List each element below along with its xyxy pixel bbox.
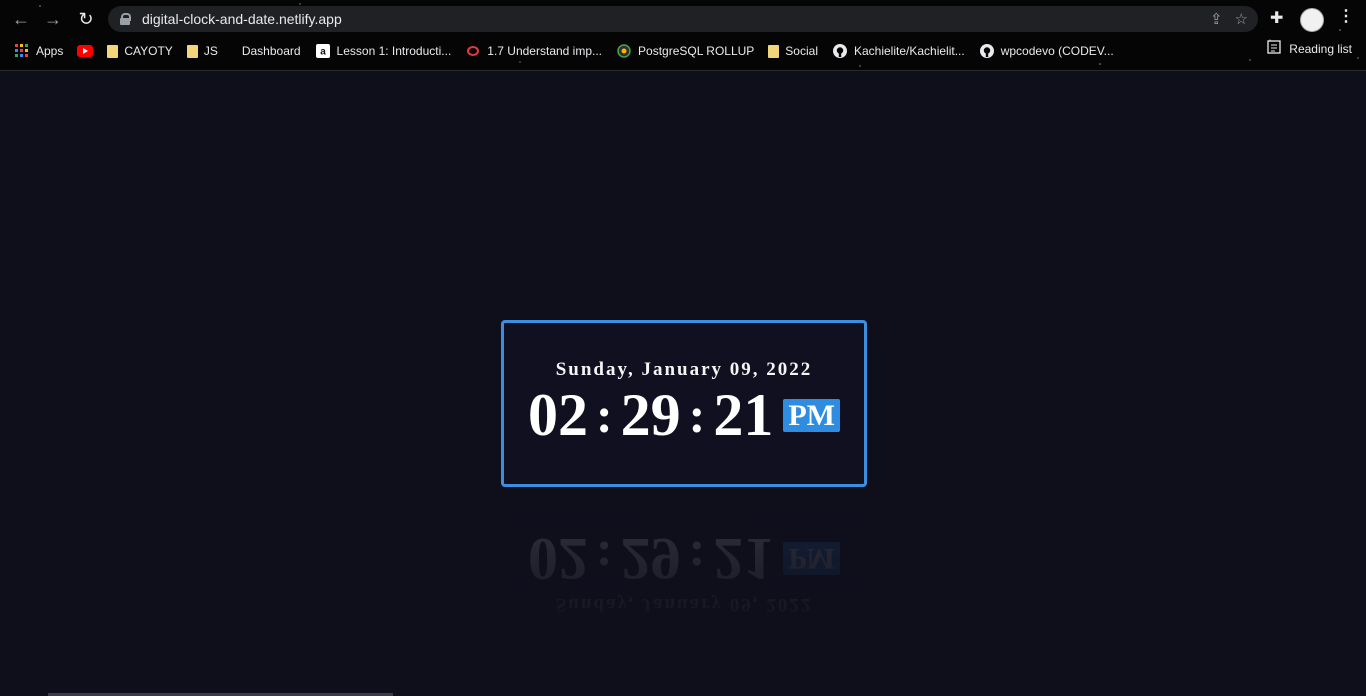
colon-separator: : [688, 387, 706, 443]
colon-separator: : [596, 387, 613, 443]
clock-reflection: Sunday, January 09, 2022 02 : 29 : 21 PM [501, 487, 867, 654]
github-icon [979, 43, 995, 59]
bookmark-social[interactable]: Social [768, 40, 818, 62]
bookmark-kachielite[interactable]: Kachielite/Kachielit... [832, 40, 965, 62]
oracle-icon [465, 43, 481, 59]
clock-card: Sunday, January 09, 2022 02 : 29 : 21 PM [501, 320, 867, 487]
bookmark-label: Social [785, 44, 818, 58]
youtube-icon [77, 43, 94, 59]
reflection-am-pm: PM [783, 542, 840, 576]
bookmark-apps[interactable]: Apps [14, 40, 63, 62]
reflection-colon: : [596, 531, 613, 587]
date-display: Sunday, January 09, 2022 [555, 359, 813, 380]
more-menu-icon[interactable]: ⋮ [1338, 6, 1354, 26]
reflection-date: Sunday, January 09, 2022 [555, 594, 813, 615]
github-icon [832, 43, 848, 59]
browser-chrome: ← → ↻ digital-clock-and-date.netlify.app… [0, 0, 1366, 71]
bookmarks-bar: Apps CAYOTY JS Dashboard a Lesson 1: Int… [0, 38, 1366, 64]
bookmark-js[interactable]: JS [186, 40, 218, 62]
lock-icon [120, 13, 131, 25]
bookmark-wpcodevo[interactable]: wpcodevo (CODEV... [979, 40, 1114, 62]
svg-text:a: a [320, 47, 326, 58]
bookmark-label: Apps [36, 44, 64, 58]
back-button[interactable]: ← [8, 6, 34, 32]
bookmark-label: Lesson 1: Introducti... [336, 44, 452, 58]
hours: 02 [528, 382, 589, 448]
url-text[interactable]: digital-clock-and-date.netlify.app [142, 11, 342, 27]
reading-list-button[interactable]: Reading list [1267, 40, 1352, 57]
bookmark-cayoty[interactable]: CAYOTY [107, 40, 173, 62]
reflection-hours: 02 [528, 526, 589, 592]
reflection-seconds: 21 [713, 526, 774, 592]
bookmark-dashboard[interactable]: Dashboard [242, 40, 301, 62]
navigation-bar: ← → ↻ digital-clock-and-date.netlify.app… [0, 4, 1366, 34]
bookmark-label: wpcodevo (CODEV... [1000, 44, 1114, 58]
reading-list-label: Reading list [1289, 41, 1352, 56]
bookmark-label: Dashboard [241, 44, 301, 58]
seconds: 21 [713, 382, 774, 448]
address-bar[interactable]: digital-clock-and-date.netlify.app ⇪ ☆ [108, 6, 1258, 32]
bookmark-label: JS [203, 44, 218, 58]
share-icon[interactable]: ⇪ [1210, 10, 1223, 28]
bookmark-youtube[interactable] [77, 40, 94, 62]
bookmark-lesson[interactable]: a Lesson 1: Introducti... [315, 40, 452, 62]
reload-button[interactable]: ↻ [73, 6, 99, 32]
postgres-icon [616, 43, 632, 59]
bookmark-label: Kachielite/Kachielit... [853, 44, 965, 58]
bookmark-postgres[interactable]: PostgreSQL ROLLUP [616, 40, 754, 62]
bookmark-label: 1.7 Understand imp... [487, 44, 603, 58]
reload-icon: ↻ [78, 8, 94, 29]
reflection-minutes: 29 [620, 526, 681, 592]
folder-icon [186, 44, 198, 58]
forward-button[interactable]: → [40, 6, 66, 32]
amazon-icon: a [315, 43, 331, 59]
minutes: 29 [620, 382, 681, 448]
bookmark-oracle[interactable]: 1.7 Understand imp... [465, 40, 602, 62]
apps-grid-icon [14, 43, 30, 59]
avatar[interactable] [1300, 8, 1324, 32]
folder-icon [768, 44, 780, 58]
bookmark-label: PostgreSQL ROLLUP [638, 44, 755, 58]
star-icon[interactable]: ☆ [1235, 10, 1248, 28]
reading-list-icon [1267, 40, 1281, 57]
bookmark-label: CAYOTY [124, 44, 173, 58]
reflection-time: 02 : 29 : 21 PM [504, 526, 864, 592]
time-display: 02 : 29 : 21 PM [504, 383, 864, 447]
am-pm-badge: PM [783, 398, 840, 432]
arrow-left-icon: ← [12, 8, 30, 29]
reflection-colon: : [688, 531, 706, 587]
extensions-icon[interactable]: ✚ [1270, 8, 1283, 28]
folder-icon [107, 44, 119, 58]
arrow-right-icon: → [44, 8, 62, 29]
